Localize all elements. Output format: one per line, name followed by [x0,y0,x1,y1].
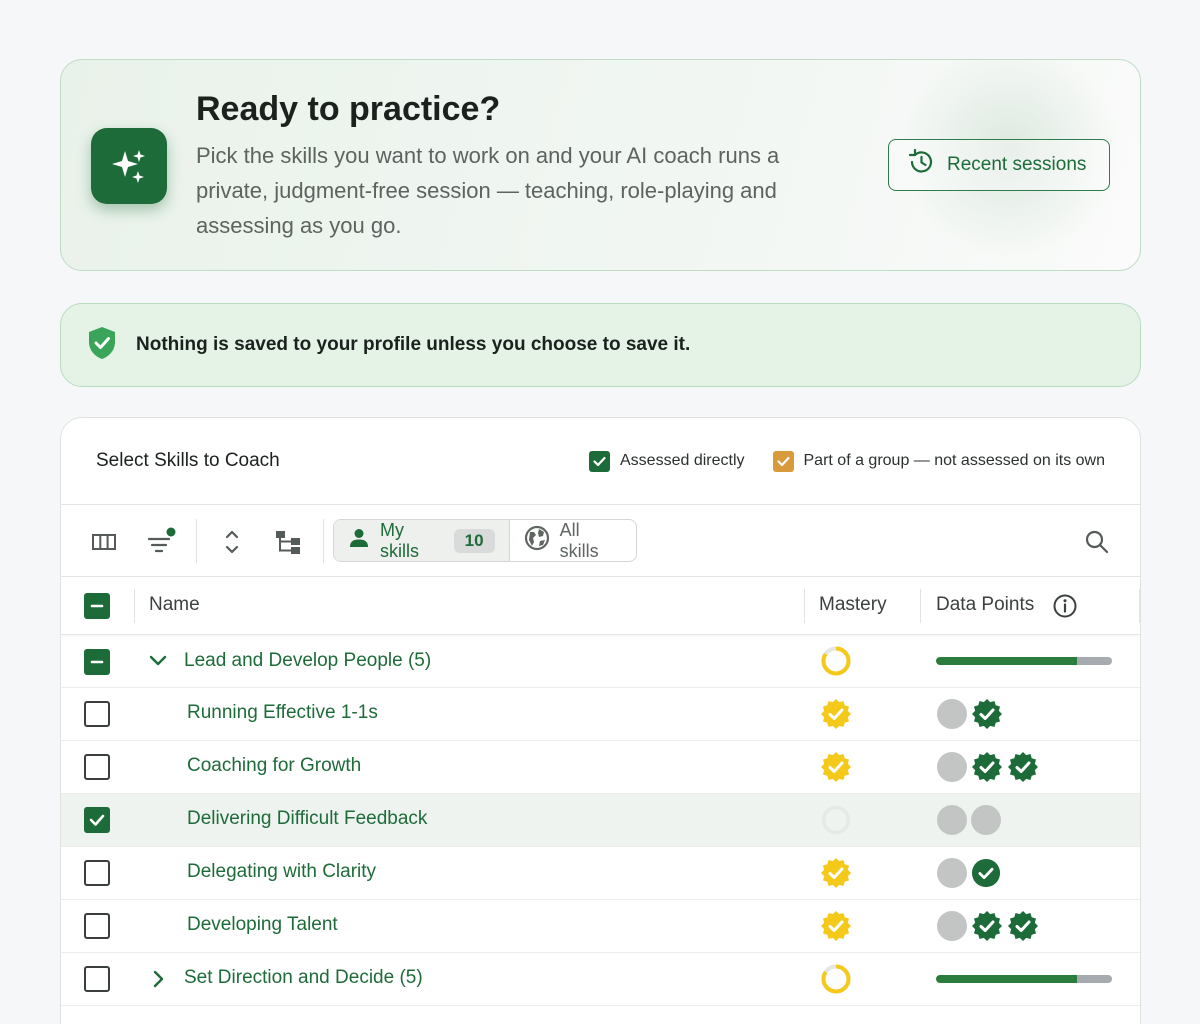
mastery-partial-icon [820,963,852,995]
panel-title: Select Skills to Coach [96,450,280,471]
data-point-pending-icon [937,699,967,729]
info-icon[interactable] [1052,593,1078,624]
skill-checkbox[interactable] [84,701,110,727]
skill-row[interactable]: Coaching for Growth [61,741,1140,794]
my-skills-count: 10 [453,528,495,553]
recent-sessions-label: Recent sessions [947,154,1087,175]
legend: Assessed directly Part of a group — not … [589,450,1106,472]
search-icon[interactable] [1082,527,1112,557]
mastery-partial-icon [820,645,852,677]
history-icon [907,148,935,182]
group-checkbox[interactable] [84,966,110,992]
data-points-bar [936,657,1112,665]
data-point-check-icon [971,858,1001,888]
data-point-verified-icon [971,698,1003,730]
legend-checked-icon [589,450,610,472]
group-row[interactable]: Set Direction and Decide (5) [61,953,1140,1006]
privacy-notice-text: Nothing is saved to your profile unless … [136,334,691,355]
skill-name[interactable]: Running Effective 1-1s [187,702,378,724]
data-points-bar-fill [936,657,1077,665]
select-all-checkbox[interactable] [84,593,110,619]
skill-row[interactable]: Developing Talent [61,900,1140,953]
data-point-verified-icon [1007,910,1039,942]
skill-checkbox[interactable] [84,913,110,939]
column-mastery[interactable]: Mastery [819,594,887,616]
my-skills-label: My skills [380,519,419,561]
legend-assessed-label: Assessed directly [620,452,745,469]
table-toolbar: My skills 10 All skills [61,505,1140,577]
chevron-down-icon[interactable] [147,650,169,672]
practice-hero-card: Ready to practice? Pick the skills you w… [60,59,1141,271]
table-header: Name Mastery Data Points [61,577,1140,635]
mastery-badge-icon [820,751,852,783]
column-data-points[interactable]: Data Points [936,594,1034,616]
skill-name[interactable]: Delegating with Clarity [187,861,376,883]
skill-checkbox[interactable] [84,807,110,833]
group-checkbox[interactable] [84,649,110,675]
hierarchy-icon[interactable] [273,527,303,557]
skill-name[interactable]: Delivering Difficult Feedback [187,808,427,830]
skill-checkbox[interactable] [84,860,110,886]
mastery-badge-icon [820,698,852,730]
skill-row[interactable]: Delegating with Clarity [61,847,1140,900]
data-point-pending-icon [937,752,967,782]
data-points-bar-fill [936,975,1077,983]
skill-checkbox[interactable] [84,754,110,780]
legend-assessed-directly: Assessed directly [589,450,745,472]
expand-collapse-icon[interactable] [217,527,247,557]
data-points [937,804,1005,836]
person-icon [348,527,370,554]
shield-check-icon [86,325,118,366]
skill-row[interactable]: Running Effective 1-1s [61,688,1140,741]
all-skills-tab[interactable]: All skills [510,520,636,561]
skill-name[interactable]: Developing Talent [187,914,338,936]
skill-row[interactable]: Delivering Difficult Feedback [61,794,1140,847]
data-point-pending-icon [937,911,967,941]
filter-icon[interactable] [146,527,176,557]
skill-name[interactable]: Coaching for Growth [187,755,361,777]
data-point-verified-icon [971,910,1003,942]
data-points [937,751,1043,783]
chevron-right-icon[interactable] [147,968,169,990]
group-name[interactable]: Set Direction and Decide (5) [184,967,423,989]
group-name[interactable]: Lead and Develop People (5) [184,650,431,672]
skills-scope-toggle: My skills 10 All skills [333,519,637,562]
sparkles-icon [91,128,167,204]
hero-description: Pick the skills you want to work on and … [196,143,780,238]
columns-icon[interactable] [89,527,119,557]
data-point-pending-icon [937,805,967,835]
legend-part-of-group: Part of a group — not assessed on its ow… [772,450,1106,472]
hero-title: Ready to practice? [196,90,501,128]
data-points-bar [936,975,1112,983]
mastery-badge-icon [820,910,852,942]
data-point-verified-icon [971,751,1003,783]
data-points [937,857,1005,889]
column-name[interactable]: Name [149,594,200,616]
legend-group-checked-icon [772,450,794,472]
recent-sessions-button[interactable]: Recent sessions [888,139,1110,191]
legend-group-label: Part of a group — not assessed on its ow… [803,452,1106,469]
data-points [937,910,1043,942]
skills-panel: Select Skills to Coach Assessed directly… [60,417,1141,1024]
all-skills-label: All skills [559,519,599,561]
data-point-pending-icon [937,858,967,888]
data-point-pending-icon [971,805,1001,835]
privacy-notice: Nothing is saved to your profile unless … [60,303,1141,387]
globe-icon [524,525,550,556]
data-point-verified-icon [1007,751,1039,783]
group-row[interactable]: Lead and Develop People (5) [61,635,1140,688]
panel-header: Select Skills to Coach Assessed directly… [61,418,1140,505]
mastery-empty-icon [820,804,852,836]
my-skills-tab[interactable]: My skills 10 [334,520,510,561]
mastery-badge-icon [820,857,852,889]
data-points [937,698,1007,730]
